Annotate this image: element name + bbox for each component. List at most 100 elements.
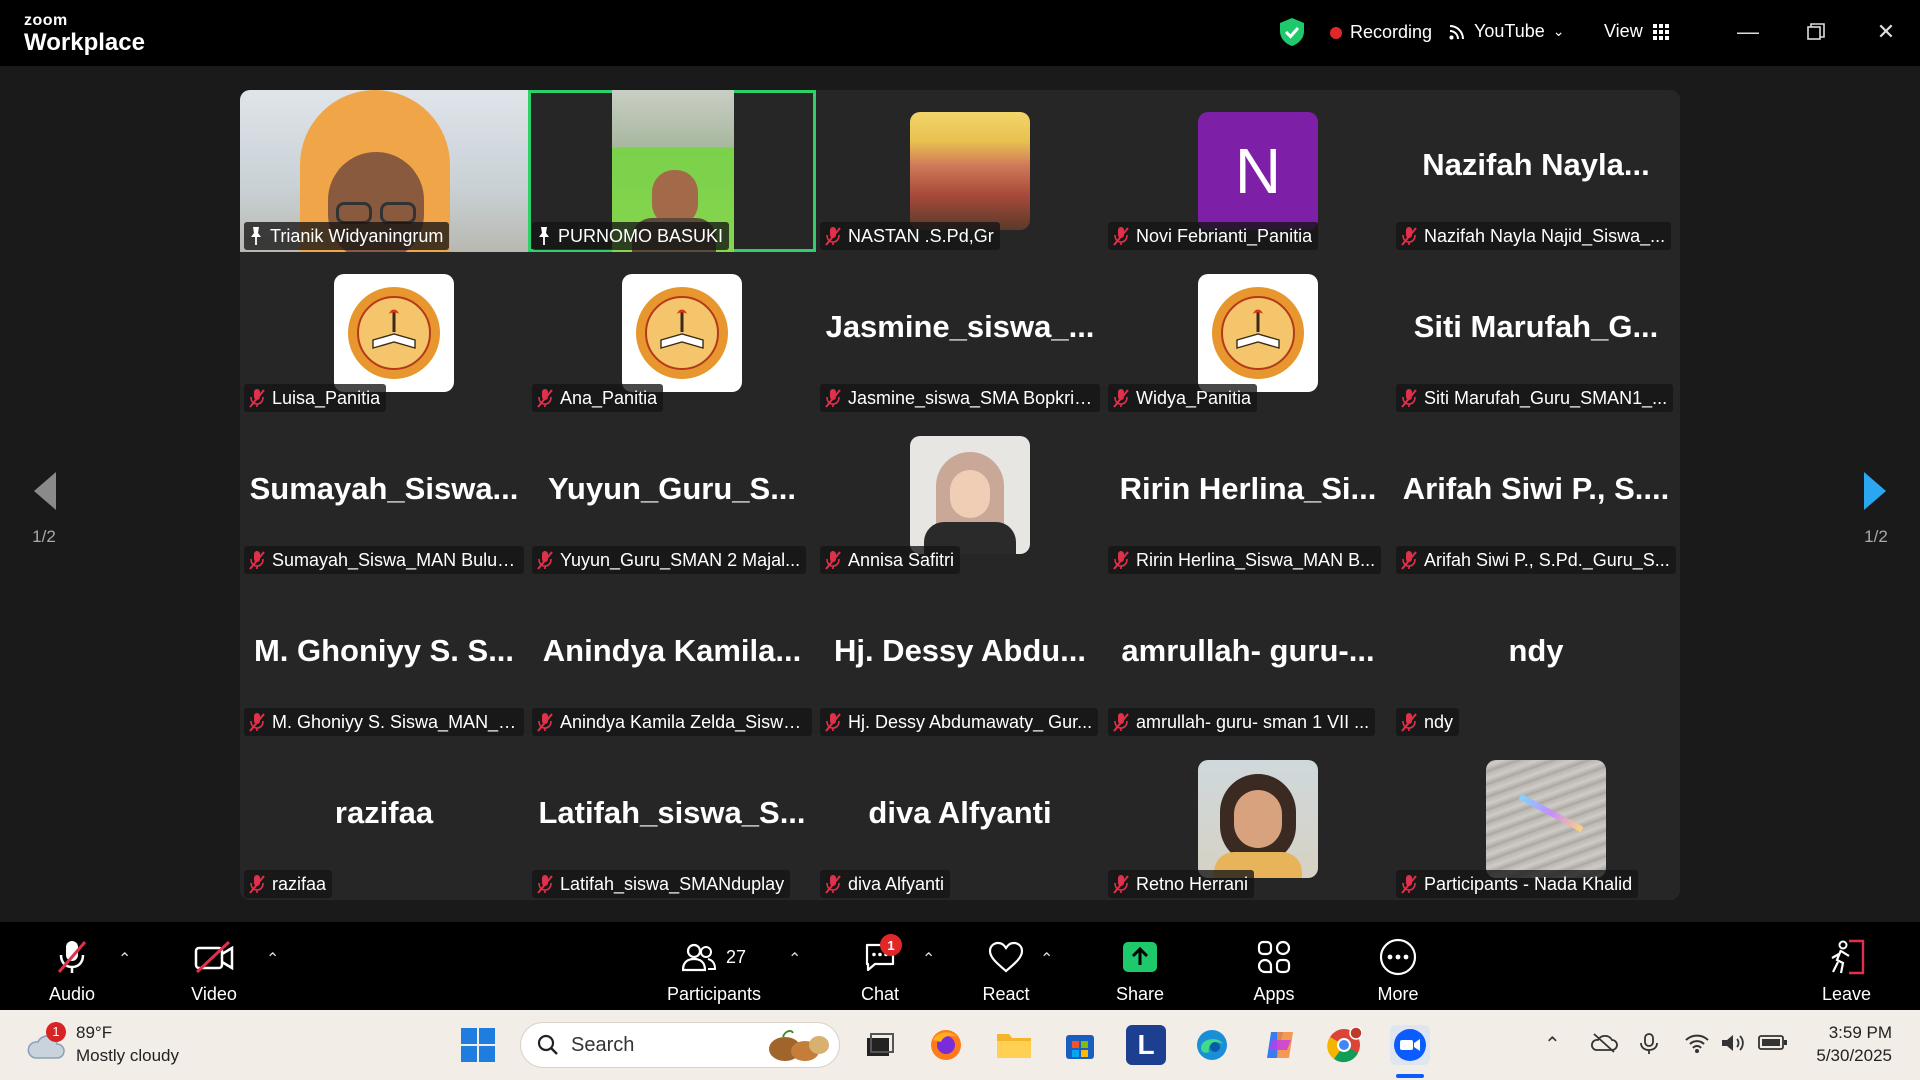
chat-button[interactable]: 1 Chat <box>856 934 904 1005</box>
participant-tile[interactable]: Luisa_Panitia <box>240 252 528 414</box>
restore-icon[interactable] <box>1796 14 1836 50</box>
more-icon <box>1374 938 1422 976</box>
participants-button[interactable]: 27 Participants <box>664 938 764 1005</box>
leave-button[interactable]: Leave <box>1822 938 1871 1005</box>
participant-display-name: amrullah- guru-... <box>1121 633 1375 668</box>
copilot-icon[interactable] <box>1260 1025 1300 1065</box>
participant-tile[interactable]: Participants - Nada Khalid <box>1392 738 1680 900</box>
participant-tile[interactable]: Retno Herrani <box>1104 738 1392 900</box>
participant-tile[interactable]: Trianik Widyaningrum <box>240 90 528 252</box>
participant-tile[interactable]: NASTAN .S.Pd,Gr <box>816 90 1104 252</box>
chat-caret-icon[interactable]: ⌃ <box>922 949 935 969</box>
react-button[interactable]: React <box>982 938 1030 1005</box>
participant-display-name: Nazifah Nayla... <box>1422 147 1650 182</box>
react-label: React <box>982 984 1030 1004</box>
university-logo-avatar <box>334 274 454 392</box>
participant-name-label: razifaa <box>244 870 333 898</box>
participant-name: Trianik Widyaningrum <box>270 225 444 246</box>
zoom-logo: zoom Workplace <box>24 13 145 55</box>
audio-options-caret-icon[interactable]: ⌃ <box>118 949 131 969</box>
participant-name: Nazifah Nayla Najid_Siswa_... <box>1424 225 1666 246</box>
l-app-icon[interactable]: L <box>1126 1025 1166 1065</box>
participant-tile[interactable]: Jasmine_siswa_... Jasmine_siswa_SMA Bopkr… <box>816 252 1104 414</box>
participant-name-label: Sumayah_Siswa_MAN Bulun... <box>244 546 524 574</box>
zoom-taskbar-icon[interactable] <box>1390 1025 1430 1065</box>
participant-name-label: NASTAN .S.Pd,Gr <box>820 222 1000 250</box>
view-button[interactable]: View <box>1604 21 1669 42</box>
mic-muted-icon <box>537 389 553 408</box>
participant-tile[interactable]: Ririn Herlina_Si... Ririn Herlina_Siswa_M… <box>1104 414 1392 576</box>
microsoft-store-icon[interactable] <box>1060 1025 1100 1065</box>
more-button[interactable]: More <box>1374 938 1422 1005</box>
participant-tile[interactable]: amrullah- guru-... amrullah- guru- sman 1… <box>1104 576 1392 738</box>
firefox-icon[interactable] <box>926 1025 966 1065</box>
mic-muted-icon <box>1401 875 1417 894</box>
share-button[interactable]: Share <box>1116 938 1164 1005</box>
edge-icon[interactable] <box>1192 1025 1232 1065</box>
minimize-icon[interactable]: — <box>1728 14 1768 50</box>
participant-tile[interactable]: Anindya Kamila... Anindya Kamila Zelda_Si… <box>528 576 816 738</box>
mic-muted-icon <box>1401 389 1417 408</box>
chrome-icon[interactable] <box>1324 1025 1364 1065</box>
prev-page-nav[interactable]: 1/2 <box>14 470 74 547</box>
clock[interactable]: 3:59 PM 5/30/2025 <box>1816 1022 1892 1068</box>
participant-name-label: Participants - Nada Khalid <box>1396 870 1639 898</box>
mic-muted-icon <box>825 389 841 408</box>
file-explorer-icon[interactable] <box>994 1025 1034 1065</box>
video-button[interactable]: Video <box>190 938 238 1005</box>
encryption-shield-icon[interactable] <box>1278 17 1306 47</box>
react-caret-icon[interactable]: ⌃ <box>1040 949 1053 969</box>
more-label: More <box>1377 984 1419 1004</box>
volume-icon[interactable] <box>1720 1032 1746 1054</box>
video-options-caret-icon[interactable]: ⌃ <box>266 949 279 969</box>
participant-tile[interactable]: Yuyun_Guru_S... Yuyun_Guru_SMAN 2 Majal..… <box>528 414 816 576</box>
participant-name: Ana_Panitia <box>560 387 658 408</box>
stream-label: YouTube <box>1474 21 1545 41</box>
participant-tile[interactable]: N Novi Febrianti_Panitia <box>1104 90 1392 252</box>
participant-tile[interactable]: Annisa Safitri <box>816 414 1104 576</box>
participant-tile[interactable]: Sumayah_Siswa... Sumayah_Siswa_MAN Bulun.… <box>240 414 528 576</box>
participant-tile[interactable]: Nazifah Nayla... Nazifah Nayla Najid_Sisw… <box>1392 90 1680 252</box>
mic-muted-icon <box>48 938 96 976</box>
participant-tile[interactable]: M. Ghoniyy S. S... M. Ghoniyy S. Siswa_MA… <box>240 576 528 738</box>
participant-tile[interactable]: Hj. Dessy Abdu... Hj. Dessy Abdumawaty_ G… <box>816 576 1104 738</box>
participant-tile[interactable]: Siti Marufah_G... Siti Marufah_Guru_SMAN1… <box>1392 252 1680 414</box>
mic-muted-icon <box>249 551 265 570</box>
audio-button[interactable]: Audio <box>48 938 96 1005</box>
next-page-nav[interactable]: 1/2 <box>1846 470 1906 547</box>
leave-label: Leave <box>1822 984 1872 1004</box>
task-view-icon[interactable] <box>860 1025 900 1065</box>
participant-display-name: M. Ghoniyy S. S... <box>253 633 515 668</box>
participant-tile[interactable]: razifaa razifaa <box>240 738 528 900</box>
participant-tile[interactable]: Ana_Panitia <box>528 252 816 414</box>
participants-caret-icon[interactable]: ⌃ <box>788 949 801 969</box>
onedrive-icon[interactable] <box>1590 1032 1618 1054</box>
weather-widget[interactable]: 1 89°F Mostly cloudy <box>26 1021 179 1068</box>
participant-tile[interactable]: diva Alfyanti diva Alfyanti <box>816 738 1104 900</box>
taskbar-search[interactable]: Search <box>520 1022 840 1068</box>
apps-button[interactable]: Apps <box>1250 938 1298 1005</box>
participant-tile[interactable]: PURNOMO BASUKI <box>528 90 816 252</box>
recording-indicator[interactable]: Recording <box>1330 22 1432 43</box>
participant-name: Jasmine_siswa_SMA Bopkri ... <box>848 387 1094 408</box>
apps-label: Apps <box>1253 984 1295 1004</box>
participant-tile[interactable]: ndy ndy <box>1392 576 1680 738</box>
video-label: Video <box>191 984 237 1004</box>
close-icon[interactable]: ✕ <box>1866 14 1906 50</box>
mic-muted-icon <box>1401 551 1417 570</box>
wifi-icon[interactable] <box>1684 1032 1710 1054</box>
video-off-icon <box>190 938 238 976</box>
show-hidden-icons-chevron-icon[interactable]: ⌃ <box>1544 1032 1561 1057</box>
mic-muted-icon <box>537 713 553 732</box>
mic-muted-icon <box>825 227 841 246</box>
participant-name: Anindya Kamila Zelda_Siswa... <box>560 711 806 732</box>
windows-start-icon[interactable] <box>458 1025 498 1065</box>
battery-icon[interactable] <box>1758 1032 1788 1052</box>
participant-tile[interactable]: Widya_Panitia <box>1104 252 1392 414</box>
participant-name-label: diva Alfyanti <box>820 870 951 898</box>
participant-tile[interactable]: Arifah Siwi P., S.... Arifah Siwi P., S.P… <box>1392 414 1680 576</box>
zoom-window: zoom Workplace Recording YouTube ⌄ View <box>0 0 1920 1080</box>
livestream-dropdown[interactable]: YouTube ⌄ <box>1448 21 1564 42</box>
participant-tile[interactable]: Latifah_siswa_S... Latifah_siswa_SMANdupl… <box>528 738 816 900</box>
mic-in-use-icon[interactable] <box>1636 1032 1662 1056</box>
